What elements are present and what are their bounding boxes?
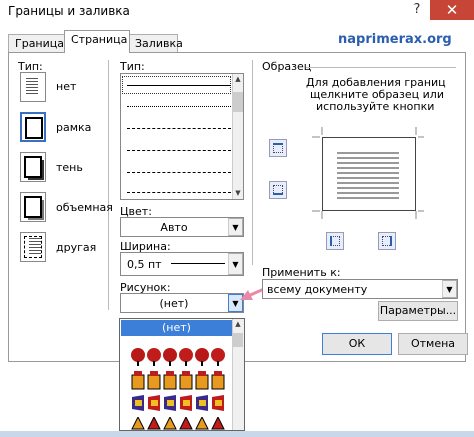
- preview-hint-3: используйте кнопки: [316, 100, 435, 113]
- style-solid[interactable]: [127, 85, 231, 86]
- top-border-button[interactable]: [269, 139, 287, 157]
- apply-to-select[interactable]: всему документу ▼: [262, 279, 458, 299]
- type-custom-label: другая: [56, 241, 97, 254]
- scroll-thumb[interactable]: [233, 333, 243, 347]
- bottom-border-button[interactable]: [269, 181, 287, 199]
- chevron-down-icon[interactable]: ▼: [442, 280, 457, 298]
- right-border-button[interactable]: [378, 232, 396, 250]
- type-shadow-icon[interactable]: [20, 152, 46, 182]
- style-dashed-small[interactable]: [127, 128, 231, 129]
- apples-art-icon: [131, 348, 225, 366]
- art-value: (нет): [159, 297, 189, 310]
- tab-border[interactable]: Граница: [8, 34, 66, 52]
- width-select[interactable]: 0,5 пт ▼: [120, 252, 244, 276]
- window-title: Границы и заливка: [8, 4, 130, 18]
- art-option-hats[interactable]: [130, 415, 230, 437]
- width-preview-line: [171, 263, 225, 264]
- borders-and-shading-dialog: Границы и заливка ? ✕ Граница Страница З…: [0, 0, 474, 431]
- color-select[interactable]: Авто ▼: [120, 217, 244, 237]
- scroll-up-icon[interactable]: ▲: [233, 74, 243, 85]
- tab-shading[interactable]: Заливка: [128, 34, 183, 52]
- style-dash-dot-dot[interactable]: [127, 192, 231, 193]
- scroll-thumb[interactable]: [233, 92, 243, 112]
- line-style-list[interactable]: ▲ ▼: [120, 73, 244, 200]
- apply-to-value: всему документу: [267, 283, 368, 296]
- cakes-art-icon: [131, 371, 225, 390]
- tab-page-border[interactable]: Страница: [64, 30, 130, 53]
- type-custom-icon[interactable]: [20, 232, 46, 262]
- art-select[interactable]: (нет) ▼: [120, 293, 244, 313]
- type-none-label: нет: [56, 80, 77, 93]
- hats-art-icon: [131, 415, 225, 430]
- art-option-apples[interactable]: [130, 345, 230, 366]
- style-dash-dot[interactable]: [127, 172, 231, 173]
- chevron-down-icon[interactable]: ▼: [228, 218, 243, 236]
- art-list-scrollbar[interactable]: ▲: [232, 319, 244, 430]
- watermark-text: naprimerax.org: [338, 32, 452, 47]
- left-border-button[interactable]: [326, 232, 344, 250]
- help-button[interactable]: ?: [404, 0, 430, 20]
- preview-group-label: Образец: [262, 60, 312, 73]
- type-box-label: рамка: [56, 121, 92, 134]
- width-value: 0,5 пт: [127, 258, 162, 271]
- preview-sample[interactable]: [322, 137, 416, 211]
- art-option-candies[interactable]: [130, 393, 230, 413]
- style-dotted[interactable]: [127, 106, 231, 107]
- apply-to-label: Применить к:: [262, 266, 341, 279]
- chevron-down-icon[interactable]: ▼: [228, 253, 243, 275]
- options-button[interactable]: Параметры...: [378, 301, 458, 321]
- divider-right: [252, 60, 253, 265]
- color-value: Авто: [160, 221, 188, 234]
- divider-left: [108, 60, 109, 310]
- type-3d-label: объемная: [56, 201, 113, 214]
- preview-group-line: [306, 67, 456, 68]
- title-bar: Границы и заливка ? ✕: [0, 0, 474, 22]
- cancel-button[interactable]: Отмена: [398, 333, 468, 355]
- type-box-icon[interactable]: [20, 112, 46, 142]
- art-option-none[interactable]: (нет): [121, 320, 232, 336]
- art-dropdown-list[interactable]: (нет) ▲: [119, 318, 245, 431]
- ok-button[interactable]: ОК: [322, 333, 392, 355]
- candies-art-icon: [132, 395, 224, 411]
- close-button[interactable]: ✕: [430, 0, 474, 20]
- style-group-label: Тип:: [120, 60, 145, 73]
- type-3d-icon[interactable]: [20, 192, 46, 222]
- art-option-cakes[interactable]: [130, 369, 230, 390]
- scroll-up-icon[interactable]: ▲: [233, 319, 243, 330]
- scroll-down-icon[interactable]: ▼: [233, 188, 243, 199]
- style-dashed[interactable]: [127, 150, 231, 151]
- preview-text-lines: [337, 152, 399, 200]
- type-none-icon[interactable]: [20, 72, 46, 102]
- type-shadow-label: тень: [56, 161, 83, 174]
- style-list-scrollbar[interactable]: ▲ ▼: [232, 74, 243, 199]
